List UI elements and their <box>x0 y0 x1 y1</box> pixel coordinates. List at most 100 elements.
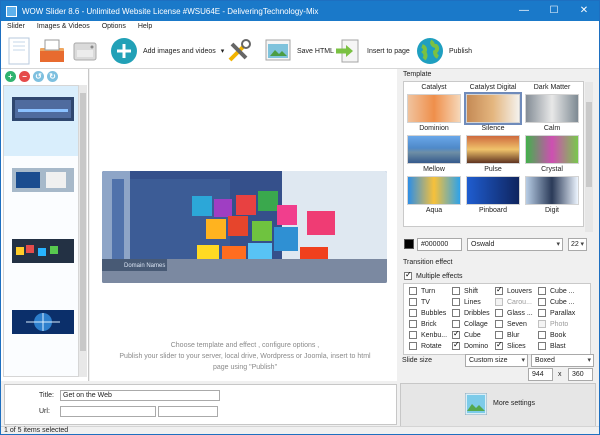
slides-scrollbar[interactable] <box>79 85 87 377</box>
effect-collage[interactable]: Collage <box>452 320 488 328</box>
url-target-select[interactable] <box>158 406 218 417</box>
more-settings-button[interactable]: More settings <box>400 383 596 427</box>
template-name-calm: Calm <box>543 125 561 132</box>
effect-kenburns[interactable]: Kenbu... <box>409 331 447 339</box>
effect-dribbles[interactable]: Dribbles <box>452 309 490 317</box>
effect-book[interactable]: Book <box>538 331 566 339</box>
list-item[interactable] <box>4 299 78 369</box>
multiple-effects-checkbox[interactable]: Multiple effects <box>404 270 463 280</box>
effect-bubbles[interactable]: Bubbles <box>409 309 446 317</box>
effect-shift[interactable]: Shift <box>452 287 478 295</box>
more-settings-label: More settings <box>493 400 536 407</box>
rotate-left-icon[interactable]: ↺ <box>33 71 44 82</box>
template-name-digit: Digit <box>544 207 559 214</box>
template-thumb-catalyst[interactable] <box>407 94 461 123</box>
new-button[interactable] <box>6 35 32 67</box>
effect-brick[interactable]: Brick <box>409 320 437 328</box>
publish-button[interactable]: Publish <box>415 35 472 67</box>
effect-seven[interactable]: Seven <box>495 320 527 328</box>
effect-blast[interactable]: Blast <box>538 342 566 350</box>
template-thumb-calm[interactable] <box>525 135 579 164</box>
remove-slide-button[interactable]: − <box>19 71 30 82</box>
effect-cube-1[interactable]: Cube ... <box>538 287 575 295</box>
title-input[interactable]: Get on the Web <box>60 390 220 401</box>
list-item[interactable] <box>4 86 78 156</box>
template-thumb-dark-matter[interactable] <box>525 94 579 123</box>
template-thumb-pulse[interactable] <box>466 176 520 205</box>
effect-lines[interactable]: Lines <box>452 298 481 306</box>
slide-size-label: Slide size <box>402 357 432 364</box>
close-button[interactable]: ✕ <box>569 1 599 21</box>
effect-cube-3[interactable]: Cube <box>452 329 481 339</box>
template-name-catalyst: Catalyst <box>421 84 447 91</box>
template-name-mellow: Mellow <box>423 166 445 173</box>
add-images-button[interactable]: Add images and videos ▾ <box>109 35 224 67</box>
drive-icon <box>73 42 97 61</box>
template-thumb-crystal[interactable] <box>525 176 579 205</box>
template-font-size-select[interactable]: 22 <box>568 238 587 251</box>
save-project-button[interactable] <box>71 35 99 67</box>
template-name-aqua: Aqua <box>425 207 443 214</box>
slide-height-input[interactable]: 360 <box>568 368 593 381</box>
template-thumb-silence[interactable] <box>466 135 520 164</box>
menu-slider[interactable]: Slider <box>1 21 31 33</box>
transition-effects-list: Turn Shift Louvers Cube ... TV Lines Car… <box>403 283 591 355</box>
window-controls: — ☐ ✕ <box>509 1 599 21</box>
multiple-effects-check <box>404 270 412 280</box>
template-section-label: Template <box>403 71 432 78</box>
template-scroll-thumb[interactable] <box>586 102 592 187</box>
template-name-silence: Silence <box>481 125 505 132</box>
hint-line-2: Publish your slider to your server, loca… <box>119 353 371 360</box>
template-color-swatch[interactable] <box>404 239 414 249</box>
hint-line-3: page using "Publish" <box>212 364 278 371</box>
template-font-select[interactable]: Oswald <box>467 238 563 251</box>
menu-help[interactable]: Help <box>132 21 158 33</box>
maximize-button[interactable]: ☐ <box>539 1 569 21</box>
settings-button[interactable] <box>224 35 254 67</box>
effect-slices[interactable]: Slices <box>495 340 526 350</box>
effect-blur[interactable]: Blur <box>495 331 519 339</box>
effect-parallax[interactable]: Parallax <box>538 309 575 317</box>
template-thumb-catalyst-digital[interactable] <box>466 94 520 123</box>
tools-icon <box>228 39 251 62</box>
menu-images-videos[interactable]: Images & Videos <box>31 21 96 33</box>
list-item[interactable] <box>4 228 78 298</box>
template-name-catalyst-digital: Catalyst Digital <box>469 84 517 91</box>
menu-options[interactable]: Options <box>96 21 132 33</box>
menu-bar: Slider Images & Videos Options Help <box>1 21 599 33</box>
slide-width-input[interactable]: 944 <box>528 368 553 381</box>
effect-photo: Photo <box>538 320 568 328</box>
minimize-button[interactable]: — <box>509 1 539 21</box>
template-color-field[interactable]: #000000 <box>417 238 462 251</box>
effect-glass[interactable]: Glass ... <box>495 309 533 317</box>
add-circle-icon <box>111 38 137 64</box>
html-page-icon <box>265 39 291 61</box>
rotate-right-icon[interactable]: ↻ <box>47 71 58 82</box>
url-input[interactable] <box>60 406 156 417</box>
slides-scroll-thumb[interactable] <box>80 93 86 351</box>
slide-size-mode-select[interactable]: Custom size <box>465 354 528 367</box>
save-html-button[interactable]: Save HTML <box>263 35 334 67</box>
effect-louvers[interactable]: Louvers <box>495 285 532 295</box>
save-html-label: Save HTML <box>297 47 334 55</box>
template-thumb-mellow[interactable] <box>407 176 461 205</box>
effect-cube-2[interactable]: Cube ... <box>538 298 575 306</box>
template-scrollbar[interactable] <box>585 82 593 232</box>
insert-page-button[interactable]: Insert to page <box>333 35 410 67</box>
window-title: WOW Slider 8.6 - Unlimited Website Licen… <box>22 6 319 16</box>
title-bar: WOW Slider 8.6 - Unlimited Website Licen… <box>1 1 599 21</box>
template-name-pinboard: Pinboard <box>478 207 508 214</box>
slide-preview-image: Domain Names <box>102 171 387 283</box>
template-thumb-dominion[interactable] <box>407 135 461 164</box>
toolbar: Add images and videos ▾ Save HTML Insert… <box>1 33 599 69</box>
list-item[interactable] <box>4 157 78 227</box>
effect-turn[interactable]: Turn <box>409 287 435 295</box>
effect-rotate[interactable]: Rotate <box>409 342 442 350</box>
effect-carousel: Carou... <box>495 298 532 306</box>
effect-tv[interactable]: TV <box>409 298 430 306</box>
folder-open-icon <box>40 39 64 62</box>
effect-domino[interactable]: Domino <box>452 340 488 350</box>
add-slide-button[interactable]: + <box>5 71 16 82</box>
open-button[interactable] <box>37 35 67 67</box>
slide-size-type-select[interactable]: Boxed <box>531 354 594 367</box>
